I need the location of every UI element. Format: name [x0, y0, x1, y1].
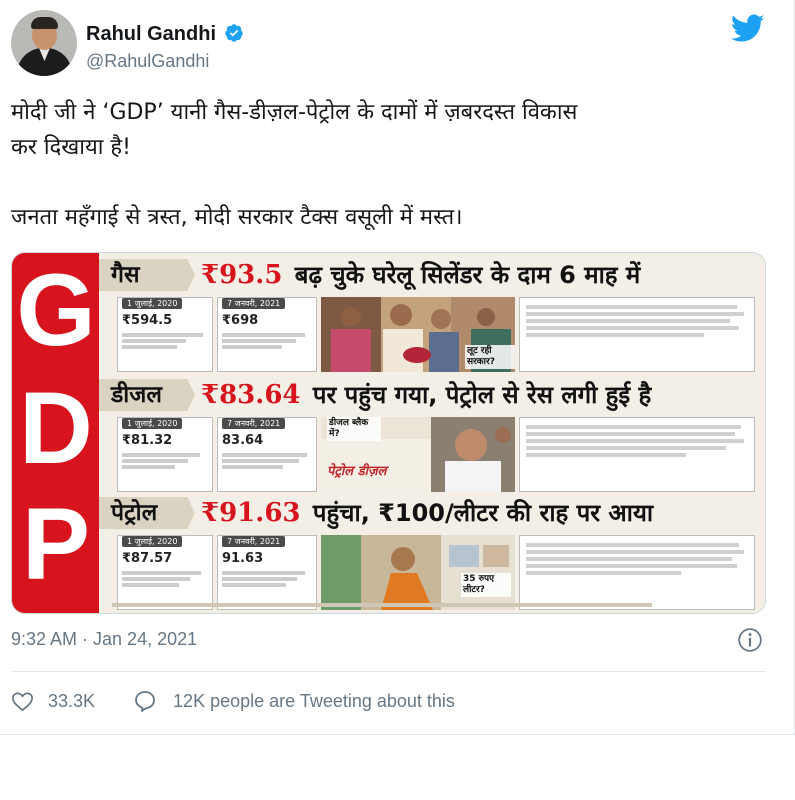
tweet-line-3: जनता महँगाई से त्रस्त, मोदी सरकार टैक्स … — [11, 205, 463, 230]
tweet-timestamp[interactable]: 9:32 AM · Jan 24, 2021 — [11, 629, 197, 650]
heart-icon[interactable] — [11, 690, 34, 713]
petrol-info-box — [519, 535, 755, 610]
gas-then-fine-print — [122, 331, 214, 351]
diesel-headline-wrap: ₹83.64 पर पहुंच गया, पेट्रोल से रेस लगी … — [201, 378, 651, 412]
like-count[interactable]: 33.3K — [48, 691, 95, 712]
gdp-red-band: G D P — [12, 253, 99, 613]
diesel-headline: पर पहुंच गया, पेट्रोल से रेस लगी हुई है — [312, 381, 652, 409]
petrol-then-fine-print — [122, 569, 214, 589]
gas-now-fine-print — [222, 331, 314, 351]
gas-headline: बढ़ चुके घरेलू सिलेंडर के दाम 6 माह में — [294, 261, 641, 289]
gas-label: गैस — [99, 259, 195, 291]
gas-value-now: ₹698 — [222, 313, 259, 328]
author-name[interactable]: Rahul Gandhi — [86, 23, 216, 46]
petrol-headline: पहुंचा, ₹100/लीटर की राह पर आया — [312, 499, 654, 527]
footnote-fine-print — [112, 601, 652, 609]
tweet-image[interactable]: G D P गैस ₹93.5 बढ़ चुके घरेलू सिलेंडर क… — [11, 252, 766, 614]
diesel-value-now: 83.64 — [222, 433, 264, 448]
diesel-header: डीजल ₹83.64 पर पहुंच गया, पेट्रोल से रेस… — [99, 377, 765, 413]
gas-date-then: 1 जुलाई, 2020 — [122, 298, 183, 309]
diesel-now-fine-print — [222, 451, 314, 471]
tweeting-about-this[interactable]: 12K people are Tweeting about this — [173, 691, 455, 712]
petrol-then-box: 1 जुलाई, 2020 ₹87.57 — [117, 535, 213, 610]
diesel-label: डीजल — [99, 379, 195, 411]
tweet-line-1: मोदी जी ने ‘GDP’ यानी गैस-डीज़ल-पेट्रोल … — [11, 100, 578, 125]
petrol-date-now: 7 जनवरी, 2021 — [222, 536, 286, 547]
svg-text:पेट्रोल डीज़ल: पेट्रोल डीज़ल — [327, 463, 390, 479]
gas-now-box: 7 जनवरी, 2021 ₹698 — [217, 297, 317, 372]
gas-then-box: 1 जुलाई, 2020 ₹594.5 — [117, 297, 213, 372]
petrol-caption: 35 रुपए लीटर? — [461, 573, 511, 597]
diesel-price: ₹83.64 — [201, 380, 301, 410]
avatar-hair-shape — [31, 17, 58, 29]
letter-p: P — [21, 487, 91, 601]
petrol-label: पेट्रोल — [99, 497, 195, 529]
petrol-headline-wrap: ₹91.63 पहुंचा, ₹100/लीटर की राह पर आया — [201, 496, 653, 530]
tweet-line-2: कर दिखाया है! — [11, 135, 131, 160]
verified-badge-icon — [225, 24, 243, 42]
petrol-header: पेट्रोल ₹91.63 पहुंचा, ₹100/लीटर की राह … — [99, 495, 765, 531]
letter-g: G — [16, 253, 96, 367]
diesel-date-then: 1 जुलाई, 2020 — [122, 418, 183, 429]
diesel-then-fine-print — [122, 451, 214, 471]
gas-info-box — [519, 297, 755, 372]
avatar[interactable] — [11, 10, 77, 76]
diesel-date-now: 7 जनवरी, 2021 — [222, 418, 286, 429]
gas-caption: लूट रही सरकार? — [465, 345, 515, 369]
tweet-card: Rahul Gandhi @RahulGandhi मोदी जी ने ‘GD… — [0, 0, 795, 735]
diesel-then-box: 1 जुलाई, 2020 ₹81.32 — [117, 417, 213, 492]
petrol-now-fine-print — [222, 569, 314, 589]
reply-bubble-icon[interactable] — [133, 689, 157, 713]
petrol-date-then: 1 जुलाई, 2020 — [122, 536, 183, 547]
gas-header: गैस ₹93.5 बढ़ चुके घरेलू सिलेंडर के दाम … — [99, 257, 765, 293]
tweet-text: मोदी जी ने ‘GDP’ यानी गैस-डीज़ल-पेट्रोल … — [11, 95, 781, 235]
info-icon[interactable] — [737, 627, 763, 653]
tweet-actions: 33.3K 12K people are Tweeting about this — [11, 688, 455, 714]
petrol-now-box: 7 जनवरी, 2021 91.63 — [217, 535, 317, 610]
diesel-caption: डीजल ब्लैक में? — [327, 417, 381, 441]
twitter-bird-icon[interactable] — [731, 14, 765, 43]
gas-value-then: ₹594.5 — [122, 313, 173, 328]
diesel-value-then: ₹81.32 — [122, 433, 173, 448]
petrol-price: ₹91.63 — [201, 498, 301, 528]
author-handle[interactable]: @RahulGandhi — [86, 51, 209, 72]
petrol-value-then: ₹87.57 — [122, 551, 173, 566]
divider — [11, 671, 766, 672]
gas-price: ₹93.5 — [201, 260, 283, 290]
gas-date-now: 7 जनवरी, 2021 — [222, 298, 286, 309]
petrol-value-now: 91.63 — [222, 551, 264, 566]
letter-d: D — [19, 371, 93, 485]
diesel-info-box — [519, 417, 755, 492]
diesel-now-box: 7 जनवरी, 2021 83.64 — [217, 417, 317, 492]
gas-headline-wrap: ₹93.5 बढ़ चुके घरेलू सिलेंडर के दाम 6 मा… — [201, 258, 640, 292]
